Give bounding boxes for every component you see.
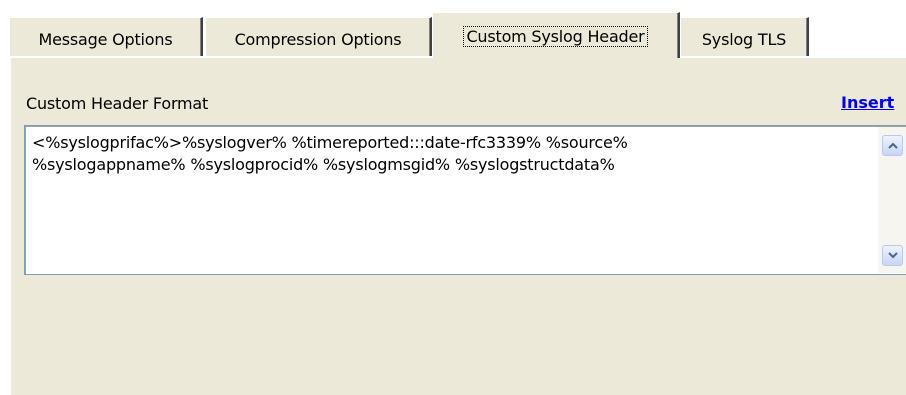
custom-header-format-label: Custom Header Format xyxy=(26,94,209,113)
custom-header-format-field[interactable]: <%syslogprifac%>%syslogver% %timereporte… xyxy=(24,125,906,275)
tab-compression-options[interactable]: Compression Options xyxy=(205,17,432,56)
chevron-up-icon xyxy=(888,142,898,149)
tab-custom-syslog-header[interactable]: Custom Syslog Header xyxy=(432,12,680,58)
tab-label: Syslog TLS xyxy=(701,30,787,49)
custom-header-format-value[interactable]: <%syslogprifac%>%syslogver% %timereporte… xyxy=(32,132,862,176)
tab-message-options[interactable]: Message Options xyxy=(9,17,203,56)
scroll-up-button[interactable] xyxy=(882,135,903,156)
tab-syslog-tls[interactable]: Syslog TLS xyxy=(680,17,809,56)
tab-strip: Message Options Compression Options Cust… xyxy=(9,11,906,58)
tab-label: Compression Options xyxy=(234,30,402,49)
scroll-down-button[interactable] xyxy=(882,245,903,266)
insert-link[interactable]: Insert xyxy=(841,93,894,112)
vertical-scrollbar[interactable] xyxy=(878,127,906,273)
tab-label: Message Options xyxy=(38,30,173,49)
tab-label: Custom Syslog Header xyxy=(463,26,648,47)
chevron-down-icon xyxy=(888,252,898,259)
